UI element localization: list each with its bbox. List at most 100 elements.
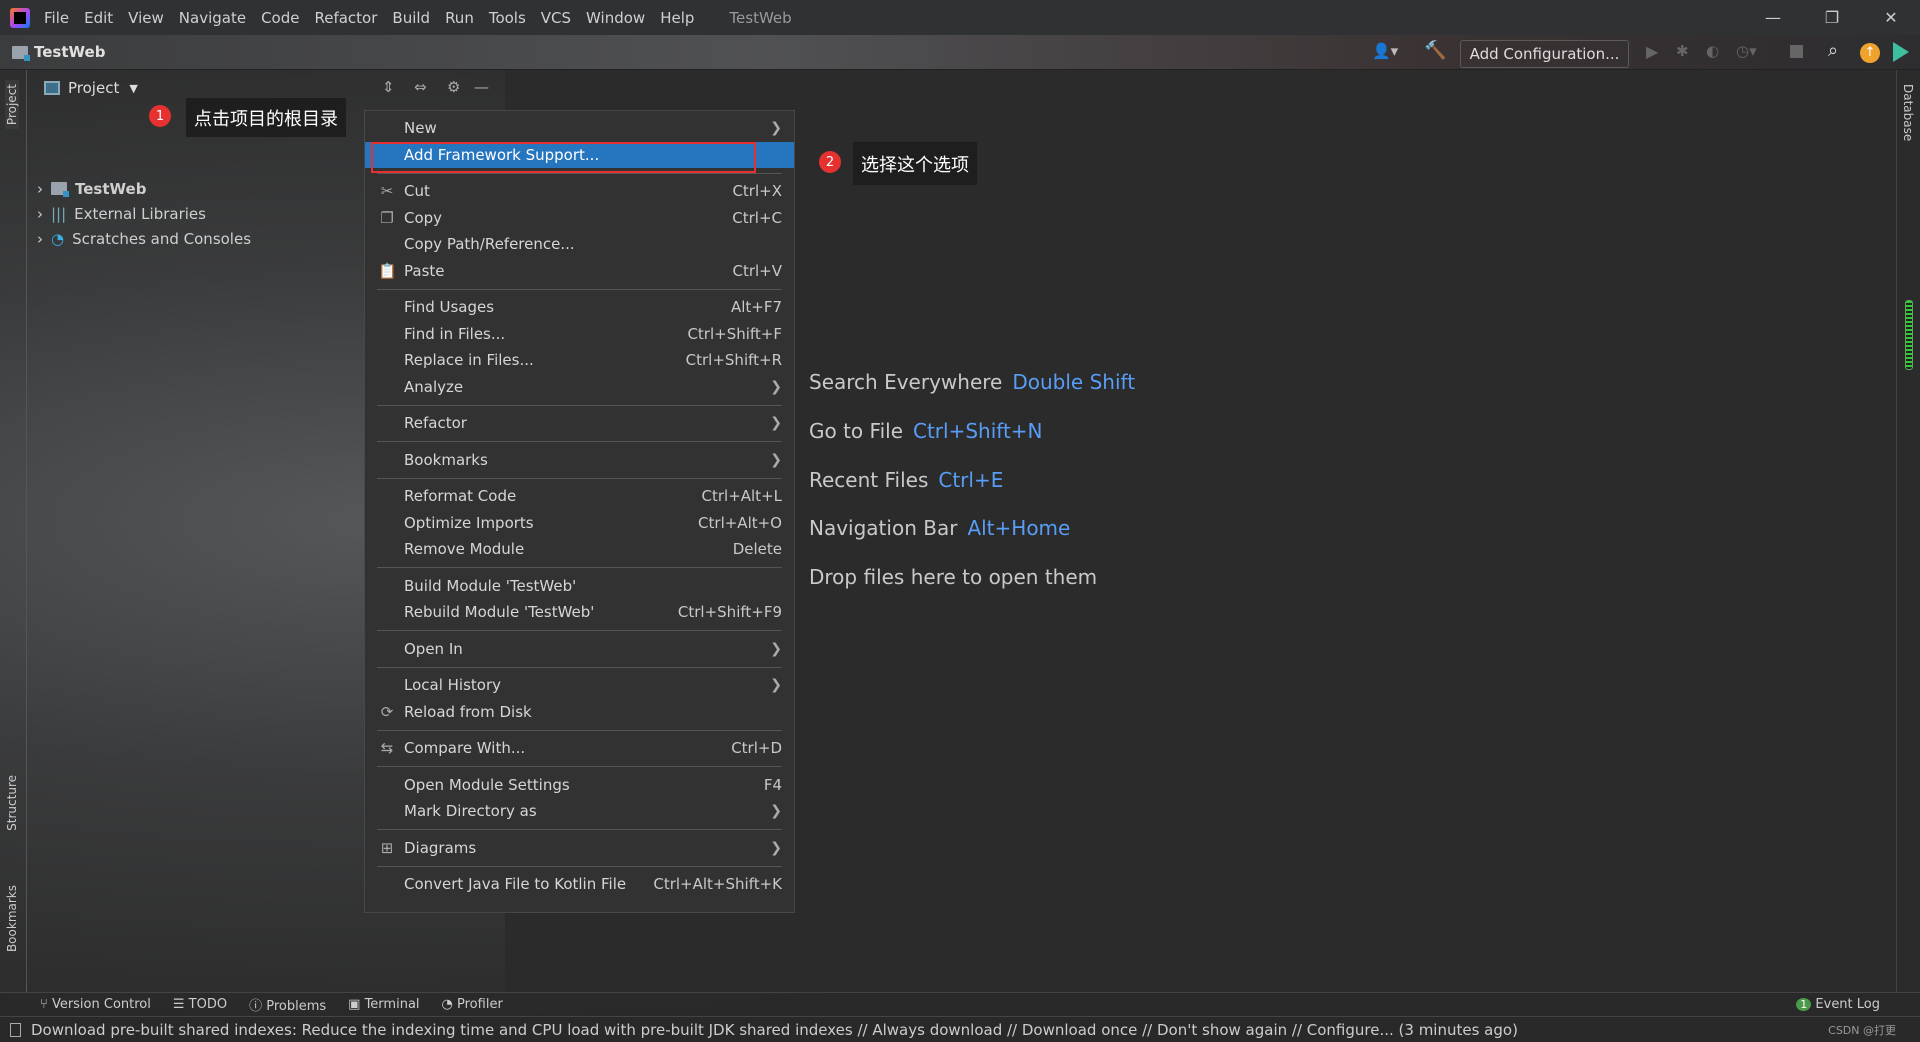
menu-item-label: Find in Files... <box>404 324 506 343</box>
menu-item-analyze[interactable]: Analyze ❯ <box>365 374 794 401</box>
menu-item-compare-with[interactable]: ⇆ Compare With... Ctrl+D <box>365 735 794 762</box>
menu-item-optimize-imports[interactable]: Optimize Imports Ctrl+Alt+O <box>365 510 794 537</box>
menu-separator <box>377 404 782 406</box>
menu-item-reformat-code[interactable]: Reformat Code Ctrl+Alt+L <box>365 483 794 510</box>
menu-item-shortcut: Ctrl+X <box>732 182 782 201</box>
reload-icon: ⟳ <box>380 702 394 721</box>
tree-item-testweb[interactable]: › TestWeb <box>37 176 146 201</box>
menu-item-bookmarks[interactable]: Bookmarks ❯ <box>365 447 794 474</box>
chevron-right-icon[interactable]: › <box>37 205 43 223</box>
chevron-down-icon[interactable]: ▼ <box>129 82 137 95</box>
menu-item-copy-path-reference[interactable]: Copy Path/Reference... <box>365 231 794 258</box>
status-message[interactable]: Download pre-built shared indexes: Reduc… <box>31 1021 1518 1039</box>
run-icon[interactable]: ▶ <box>1646 42 1658 61</box>
menu-item-find-usages[interactable]: Find Usages Alt+F7 <box>365 294 794 321</box>
add-configuration-button[interactable]: Add Configuration... <box>1460 40 1629 68</box>
menu-item-find-in-files[interactable]: Find in Files... Ctrl+Shift+F <box>365 321 794 348</box>
menu-item-replace-in-files[interactable]: Replace in Files... Ctrl+Shift+R <box>365 347 794 374</box>
tool-tab-database[interactable]: Database <box>1901 84 1915 141</box>
menu-separator <box>377 766 782 767</box>
tool-problems[interactable]: ⓘ Problems <box>249 995 326 1014</box>
tip-search-everywhere: Search Everywhere Double Shift <box>809 370 1135 394</box>
menu-navigate[interactable]: Navigate <box>179 9 246 27</box>
menu-item-reload-from-disk[interactable]: ⟳ Reload from Disk <box>365 699 794 726</box>
menu-refactor[interactable]: Refactor <box>314 9 377 27</box>
menu-item-label: Convert Java File to Kotlin File <box>404 875 627 894</box>
menu-build[interactable]: Build <box>392 9 430 27</box>
menu-window[interactable]: Window <box>586 9 645 27</box>
tree-item-scratches[interactable]: › ◔ Scratches and Consoles <box>37 226 251 251</box>
menu-item-refactor[interactable]: Refactor ❯ <box>365 410 794 437</box>
menu-item-copy[interactable]: ❐ Copy Ctrl+C <box>365 205 794 232</box>
module-folder-icon <box>51 182 69 197</box>
highlight-box <box>371 142 756 173</box>
menu-item-new[interactable]: New ❯ <box>365 115 794 142</box>
menu-item-label: Rebuild Module 'TestWeb' <box>404 603 595 622</box>
menu-item-mark-directory-as[interactable]: Mark Directory as ❯ <box>365 798 794 825</box>
code-with-me-icon[interactable] <box>1893 42 1909 62</box>
tool-tab-project[interactable]: Project <box>5 80 19 130</box>
menu-separator <box>377 567 782 568</box>
tool-label: TODO <box>188 997 228 1012</box>
stop-icon[interactable] <box>1790 45 1803 58</box>
menu-file[interactable]: File <box>44 9 69 27</box>
tool-label: Problems <box>266 999 327 1014</box>
chevron-right-icon[interactable]: › <box>37 180 43 198</box>
scissors-icon: ✂ <box>380 182 394 201</box>
menu-view[interactable]: View <box>128 9 164 27</box>
menu-item-label: Diagrams <box>404 838 477 857</box>
menu-item-open-in[interactable]: Open In ❯ <box>365 636 794 663</box>
menu-item-label: Find Usages <box>404 298 495 317</box>
user-icon[interactable]: 👤▾ <box>1372 42 1398 60</box>
menu-item-build-module-testweb[interactable]: Build Module 'TestWeb' <box>365 573 794 600</box>
menu-item-diagrams[interactable]: ⊞ Diagrams ❯ <box>365 835 794 862</box>
menu-item-label: Build Module 'TestWeb' <box>404 576 577 595</box>
tool-tab-bookmarks[interactable]: Bookmarks <box>5 885 19 952</box>
menu-tools[interactable]: Tools <box>489 9 526 27</box>
tool-terminal[interactable]: ▣ Terminal <box>348 997 419 1012</box>
tool-tab-structure[interactable]: Structure <box>5 775 19 831</box>
event-log-button[interactable]: 1 Event Log <box>1796 997 1880 1012</box>
coverage-icon[interactable]: ◐ <box>1706 42 1719 60</box>
menu-item-rebuild-module-testweb[interactable]: Rebuild Module 'TestWeb' Ctrl+Shift+F9 <box>365 599 794 626</box>
search-icon[interactable]: ⌕ <box>1828 40 1838 61</box>
hide-panel-icon[interactable]: — <box>474 78 489 96</box>
menu-code[interactable]: Code <box>261 9 299 27</box>
menu-item-shortcut: Ctrl+Shift+F9 <box>677 603 782 622</box>
menu-item-cut[interactable]: ✂ Cut Ctrl+X <box>365 178 794 205</box>
tree-item-external-libraries[interactable]: › ||| External Libraries <box>37 201 206 226</box>
menu-run[interactable]: Run <box>445 9 474 27</box>
collapse-all-icon[interactable]: ⇔ <box>414 78 427 96</box>
gear-icon[interactable]: ⚙ <box>447 78 460 96</box>
update-icon[interactable]: ↑ <box>1860 43 1880 63</box>
menu-item-shortcut: Ctrl+Shift+R <box>685 351 782 370</box>
project-view-selector[interactable]: Project <box>68 79 119 97</box>
build-hammer-icon[interactable]: 🔨 <box>1424 40 1446 61</box>
breadcrumb-project[interactable]: TestWeb <box>12 43 105 61</box>
profile-icon[interactable]: ◷▾ <box>1736 42 1757 60</box>
tip-recent-files: Recent Files Ctrl+E <box>809 468 1003 492</box>
debug-icon[interactable]: ✱ <box>1676 42 1689 60</box>
copy-icon: ❐ <box>380 208 394 227</box>
tip-navigation-bar: Navigation Bar Alt+Home <box>809 516 1070 540</box>
restore-button[interactable]: ❐ <box>1803 0 1861 35</box>
tool-profiler[interactable]: ◔ Profiler <box>442 997 503 1012</box>
menu-item-paste[interactable]: 📋 Paste Ctrl+V <box>365 258 794 285</box>
menu-item-label: Open Module Settings <box>404 775 570 794</box>
menu-item-local-history[interactable]: Local History ❯ <box>365 672 794 699</box>
menu-item-open-module-settings[interactable]: Open Module Settings F4 <box>365 772 794 799</box>
menu-vcs[interactable]: VCS <box>541 9 571 27</box>
menu-item-remove-module[interactable]: Remove Module Delete <box>365 536 794 563</box>
menu-help[interactable]: Help <box>660 9 694 27</box>
tool-version-control[interactable]: ⑂ Version Control <box>40 997 151 1012</box>
menu-item-convert-java-file-to-kotlin-file[interactable]: Convert Java File to Kotlin File Ctrl+Alt… <box>365 871 794 898</box>
minimize-button[interactable]: — <box>1744 0 1802 35</box>
chevron-right-icon[interactable]: › <box>37 230 43 248</box>
menu-item-label: Local History <box>404 676 502 695</box>
close-button[interactable]: ✕ <box>1862 0 1920 35</box>
expand-all-icon[interactable]: ⇕ <box>382 78 395 96</box>
menu-edit[interactable]: Edit <box>84 9 113 27</box>
diagram-icon: ⊞ <box>380 838 394 857</box>
tool-todo[interactable]: ☰ TODO <box>173 997 227 1012</box>
menu-separator <box>377 441 782 442</box>
